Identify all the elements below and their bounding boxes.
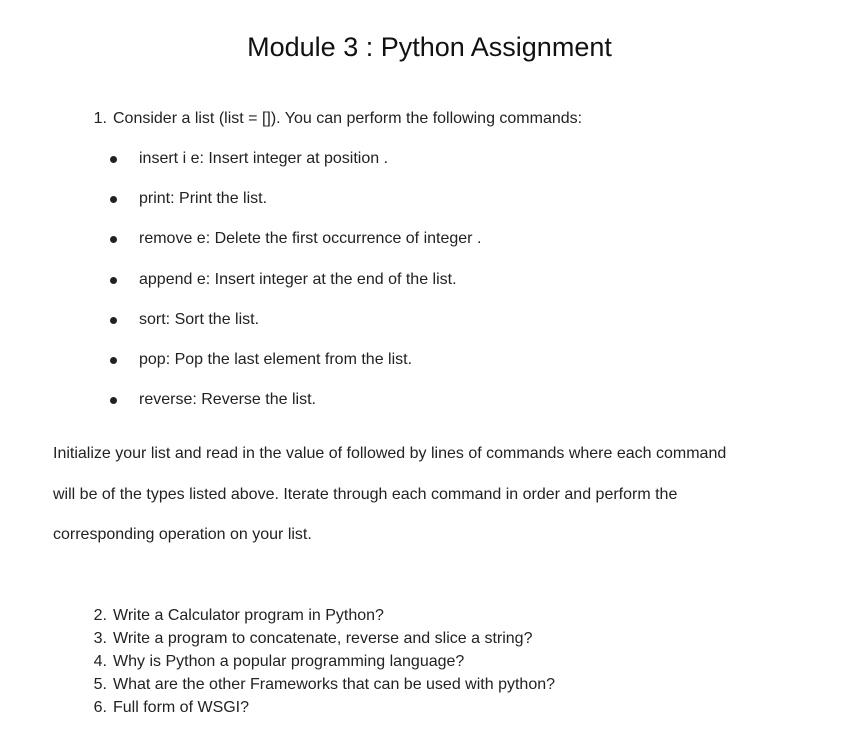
paragraph-line: Initialize your list and read in the val… (53, 445, 727, 462)
bullet-icon (110, 236, 117, 243)
command-text: append e: Insert integer at the end of t… (139, 271, 457, 288)
paragraph-line: corresponding operation on your list. (53, 526, 312, 543)
command-text: insert i e: Insert integer at position . (139, 150, 389, 167)
question-number: 4. (93, 653, 107, 670)
question-number: 3. (93, 630, 107, 647)
bullet-icon (110, 317, 117, 324)
question-text: Write a Calculator program in Python? (113, 607, 384, 624)
command-text: pop: Pop the last element from the list. (139, 351, 413, 368)
question-text: Why is Python a popular programming lang… (113, 653, 465, 670)
question-number: 1. (93, 110, 107, 127)
bullet-icon (110, 196, 117, 203)
question-text: Consider a list (list = []). You can per… (113, 110, 583, 127)
bullet-icon (110, 397, 117, 404)
question-number: 5. (93, 676, 107, 693)
bullet-icon (110, 277, 117, 284)
bullet-icon (110, 357, 117, 364)
question-text: Full form of WSGI? (113, 699, 250, 716)
command-text: reverse: Reverse the list. (139, 391, 316, 408)
question-text: What are the other Frameworks that can b… (113, 676, 556, 693)
command-text: print: Print the list. (139, 190, 268, 207)
question-number: 2. (93, 607, 107, 624)
question-number: 6. (93, 699, 107, 716)
command-text: sort: Sort the list. (139, 311, 260, 328)
command-text: remove e: Delete the first occurrence of… (139, 230, 482, 247)
instructions-paragraph: Initialize your list and read in the val… (53, 434, 833, 556)
question-text: Write a program to concatenate, reverse … (113, 630, 533, 647)
document-title: Module 3 : Python Assignment (247, 32, 612, 62)
paragraph-line: will be of the types listed above. Itera… (53, 485, 678, 503)
bullet-icon (110, 156, 117, 163)
